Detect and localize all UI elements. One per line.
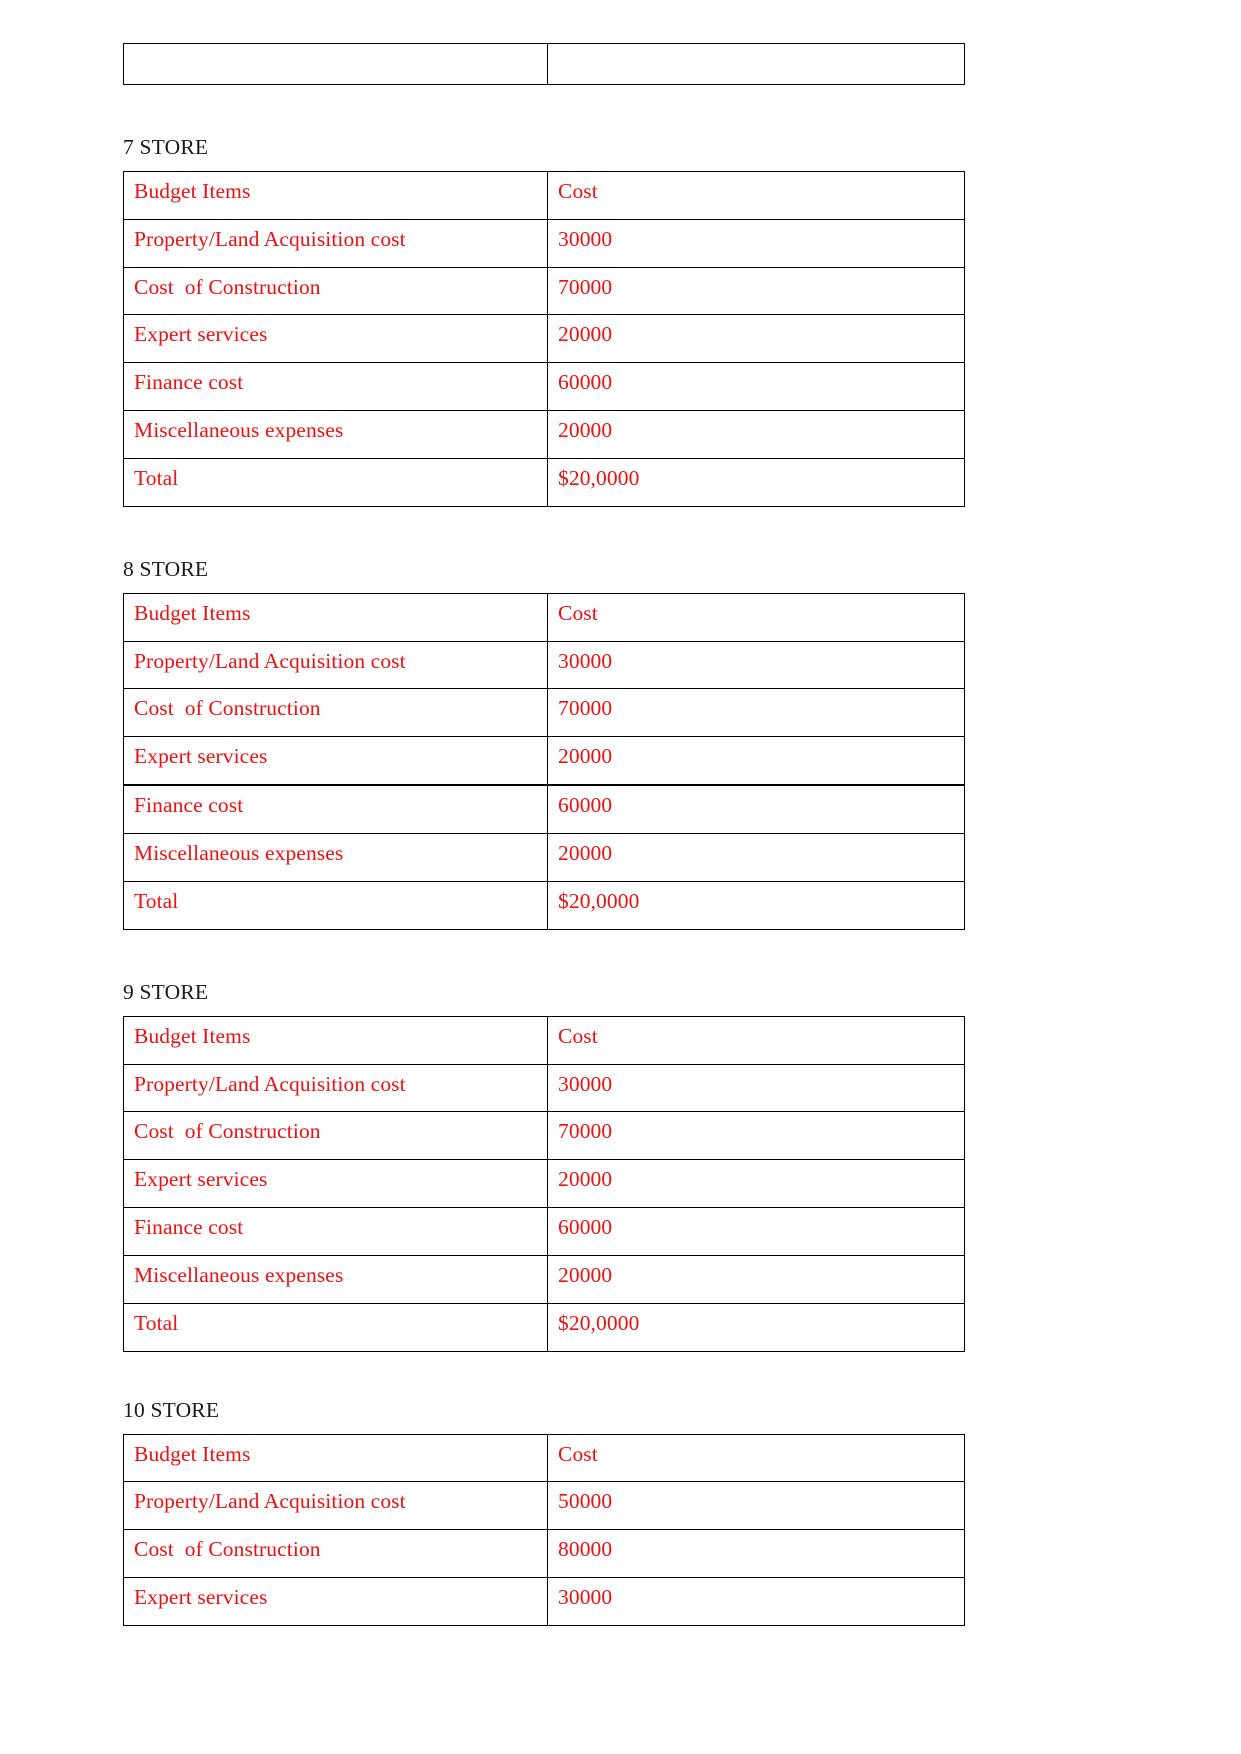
row-value: 50000 <box>547 1481 965 1531</box>
table-header-row: Budget Items Cost <box>123 170 965 220</box>
table-row: Finance cost 60000 <box>123 1207 965 1257</box>
column-header-budget-items: Budget Items <box>123 592 548 642</box>
table-row: Expert services 20000 <box>123 314 965 364</box>
table-row: Miscellaneous expenses 20000 <box>123 1255 965 1304</box>
row-value: 20000 <box>547 1255 965 1304</box>
total-value: $20,0000 <box>547 880 965 930</box>
total-label: Total <box>123 1302 548 1352</box>
row-value: 20000 <box>547 410 965 460</box>
heading-spacer <box>123 1006 964 1016</box>
table-row: Cost of Construction 70000 <box>123 688 965 738</box>
store-heading-10: 10 STORE <box>123 1397 220 1422</box>
row-label: Expert services <box>123 736 548 786</box>
row-value: 30000 <box>547 1577 965 1627</box>
total-label: Total <box>123 880 548 930</box>
row-value: 60000 <box>547 1207 965 1257</box>
table-row: Property/Land Acquisition cost 50000 <box>123 1481 965 1531</box>
column-header-cost: Cost <box>547 592 965 642</box>
row-value: 70000 <box>547 688 965 738</box>
column-header-cost: Cost <box>547 1433 965 1483</box>
heading-spacer <box>123 1424 964 1434</box>
row-label: Cost of Construction <box>123 688 548 738</box>
row-label: Expert services <box>123 314 548 364</box>
column-header-cost: Cost <box>547 170 965 220</box>
row-label: Property/Land Acquisition cost <box>123 1481 548 1531</box>
table-row: Property/Land Acquisition cost 30000 <box>123 640 965 690</box>
empty-cell-right <box>547 43 965 85</box>
row-value: 30000 <box>547 640 965 690</box>
table-row: Property/Land Acquisition cost 30000 <box>123 1063 965 1113</box>
table-row: Finance cost 60000 <box>123 362 965 412</box>
column-header-cost: Cost <box>547 1015 965 1065</box>
table-row: Property/Land Acquisition cost 30000 <box>123 218 965 268</box>
row-value: 20000 <box>547 314 965 364</box>
empty-cell-left <box>123 43 548 85</box>
row-value: 30000 <box>547 1063 965 1113</box>
row-label: Expert services <box>123 1159 548 1209</box>
table-row: Miscellaneous expenses 20000 <box>123 410 965 460</box>
store-heading-7: 7 STORE <box>123 135 209 159</box>
column-header-budget-items: Budget Items <box>123 170 548 220</box>
table-row: Miscellaneous expenses 20000 <box>123 833 965 882</box>
row-value: 70000 <box>547 266 965 316</box>
row-value: 60000 <box>547 784 965 835</box>
table-row: Cost of Construction 70000 <box>123 266 965 316</box>
table-row: Expert services 20000 <box>123 736 965 786</box>
document-page: 7 STORE Budget Items Cost Property/Land … <box>0 0 1241 1754</box>
row-label: Property/Land Acquisition cost <box>123 640 548 690</box>
table-row: Expert services 20000 <box>123 1159 965 1209</box>
row-value: 20000 <box>547 1159 965 1209</box>
empty-table <box>123 43 965 85</box>
row-label: Cost of Construction <box>123 1111 548 1161</box>
row-value: 70000 <box>547 1111 965 1161</box>
table-row: Finance cost 60000 <box>123 784 965 835</box>
store-heading-8: 8 STORE <box>123 556 209 581</box>
column-header-budget-items: Budget Items <box>123 1015 548 1065</box>
row-value: 20000 <box>547 833 965 882</box>
table-total-row: Total $20,0000 <box>123 1302 965 1352</box>
row-value: 30000 <box>547 218 965 268</box>
total-value: $20,0000 <box>547 458 965 507</box>
table-header-row: Budget Items Cost <box>123 592 965 642</box>
table-header-row: Budget Items Cost <box>123 1015 965 1065</box>
row-label: Expert services <box>123 1577 548 1627</box>
row-label: Miscellaneous expenses <box>123 833 548 882</box>
column-header-budget-items: Budget Items <box>123 1433 548 1483</box>
heading-spacer <box>123 583 964 593</box>
row-label: Cost of Construction <box>123 266 548 316</box>
total-label: Total <box>123 458 548 507</box>
total-value: $20,0000 <box>547 1302 965 1352</box>
table-total-row: Total $20,0000 <box>123 458 965 507</box>
row-value: 80000 <box>547 1529 965 1579</box>
row-label: Finance cost <box>123 1207 548 1257</box>
budget-table-7: Budget Items Cost Property/Land Acquisit… <box>123 170 965 507</box>
table-row: Cost of Construction 70000 <box>123 1111 965 1161</box>
table-row <box>123 43 965 85</box>
budget-table-9: Budget Items Cost Property/Land Acquisit… <box>123 1015 965 1352</box>
top-spacer <box>123 0 964 43</box>
row-value: 60000 <box>547 362 965 412</box>
row-value: 20000 <box>547 736 965 786</box>
row-label: Miscellaneous expenses <box>123 410 548 460</box>
table-header-row: Budget Items Cost <box>123 1433 965 1483</box>
row-label: Miscellaneous expenses <box>123 1255 548 1304</box>
row-label: Property/Land Acquisition cost <box>123 1063 548 1113</box>
table-total-row: Total $20,0000 <box>123 880 965 930</box>
row-label: Cost of Construction <box>123 1529 548 1579</box>
row-label: Property/Land Acquisition cost <box>123 218 548 268</box>
table-row: Cost of Construction 80000 <box>123 1529 965 1579</box>
budget-table-8: Budget Items Cost Property/Land Acquisit… <box>123 592 965 930</box>
table-row: Expert services 30000 <box>123 1577 965 1627</box>
page-content: 7 STORE Budget Items Cost Property/Land … <box>123 0 965 1627</box>
row-label: Finance cost <box>123 784 548 835</box>
store-heading-9: 9 STORE <box>123 979 209 1004</box>
heading-spacer <box>123 161 964 171</box>
budget-table-10: Budget Items Cost Property/Land Acquisit… <box>123 1433 965 1627</box>
row-label: Finance cost <box>123 362 548 412</box>
